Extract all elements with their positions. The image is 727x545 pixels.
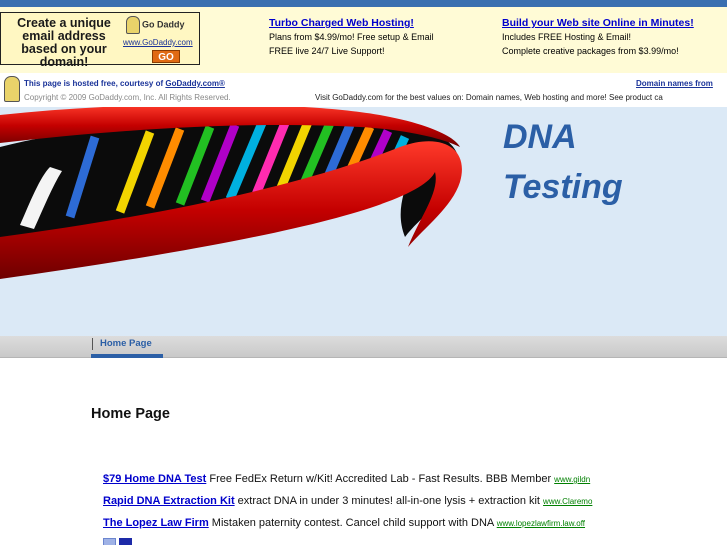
site-title-line: Testing [503,168,623,206]
ad-description: extract DNA in under 3 minutes! all-in-o… [234,495,544,507]
godaddy-mascot-icon [126,16,140,34]
domain-names-link[interactable]: Domain names [466,93,520,102]
site-title-line: DNA [503,118,577,156]
ad-url-link[interactable]: www.gildn [554,475,590,484]
sponsored-ads: $79 Home DNA Test Free FedEx Return w/Ki… [103,473,638,539]
nav-separator [92,338,93,350]
hosted-notice: This page is hosted free, courtesy of Go… [24,79,225,88]
ad-line: Complete creative packages from $3.99/mo… [502,46,679,56]
visit-godaddy-text: Visit GoDaddy.com for the best values on… [315,93,663,102]
godaddy-logo: Go Daddy [126,16,185,34]
promo-banner[interactable]: Create a unique email address based on y… [0,12,200,69]
visit-text: Visit [315,93,333,102]
promo-url[interactable]: www.GoDaddy.com [123,38,193,47]
godaddy-mascot-icon [4,76,20,102]
web-hosting-link[interactable]: Web hosting [524,93,568,102]
ad-column-website: Build your Web site Online in Minutes! I… [502,16,694,58]
ad-column-hosting: Turbo Charged Web Hosting! Plans from $4… [269,16,434,58]
promo-text: Create a unique email address based on y… [17,16,111,69]
product-catalog-link[interactable]: product ca [625,93,662,102]
ad-line: Plans from $4.99/mo! Free setup & Email [269,32,434,42]
ad-url-link[interactable]: www.lopezlawfirm.law.off [497,519,585,528]
ad-row: Rapid DNA Extraction Kit extract DNA in … [103,495,638,517]
ad-line: FREE live 24/7 Live Support! [269,46,385,56]
promo-go-button[interactable]: GO [152,50,180,63]
ad-url-link[interactable]: www.Claremo [543,497,592,506]
ad-info-icon[interactable] [119,538,132,545]
logo-text: Go Daddy [142,19,185,30]
ad-description: Free FedEx Return w/Kit! Accredited Lab … [206,473,555,485]
visit-text: for the best values on: [382,93,466,102]
nav-active-indicator [91,354,163,358]
ad-title-link[interactable]: $79 Home DNA Test [103,473,206,485]
ad-title-link[interactable]: Turbo Charged Web Hosting! [269,16,434,30]
nav-item-home-page[interactable]: Home Page [100,338,152,349]
ad-title-link[interactable]: Build your Web site Online in Minutes! [502,16,694,30]
godaddy-link[interactable]: GoDaddy.com [332,93,383,102]
visit-text: and more! See [568,93,626,102]
copyright-text: Copyright © 2009 GoDaddy.com, Inc. All R… [24,93,231,102]
ad-choices-icon[interactable] [103,538,116,545]
ad-title-link[interactable]: The Lopez Law Firm [103,517,209,529]
ad-row: The Lopez Law Firm Mistaken paternity co… [103,517,638,539]
ad-row: $79 Home DNA Test Free FedEx Return w/Ki… [103,473,638,495]
top-accent-bar [0,0,727,7]
ad-description: Mistaken paternity contest. Cancel child… [208,517,497,529]
ad-title-link[interactable]: Rapid DNA Extraction Kit [103,495,235,507]
page-heading: Home Page [91,406,170,422]
site-title: DNA Testing [503,112,623,212]
domain-names-link[interactable]: Domain names from [636,79,713,88]
godaddy-link[interactable]: GoDaddy.com® [165,79,225,88]
ad-line: Includes FREE Hosting & Email! [502,32,632,42]
hosted-notice-text: This page is hosted free, courtesy of [24,79,166,88]
